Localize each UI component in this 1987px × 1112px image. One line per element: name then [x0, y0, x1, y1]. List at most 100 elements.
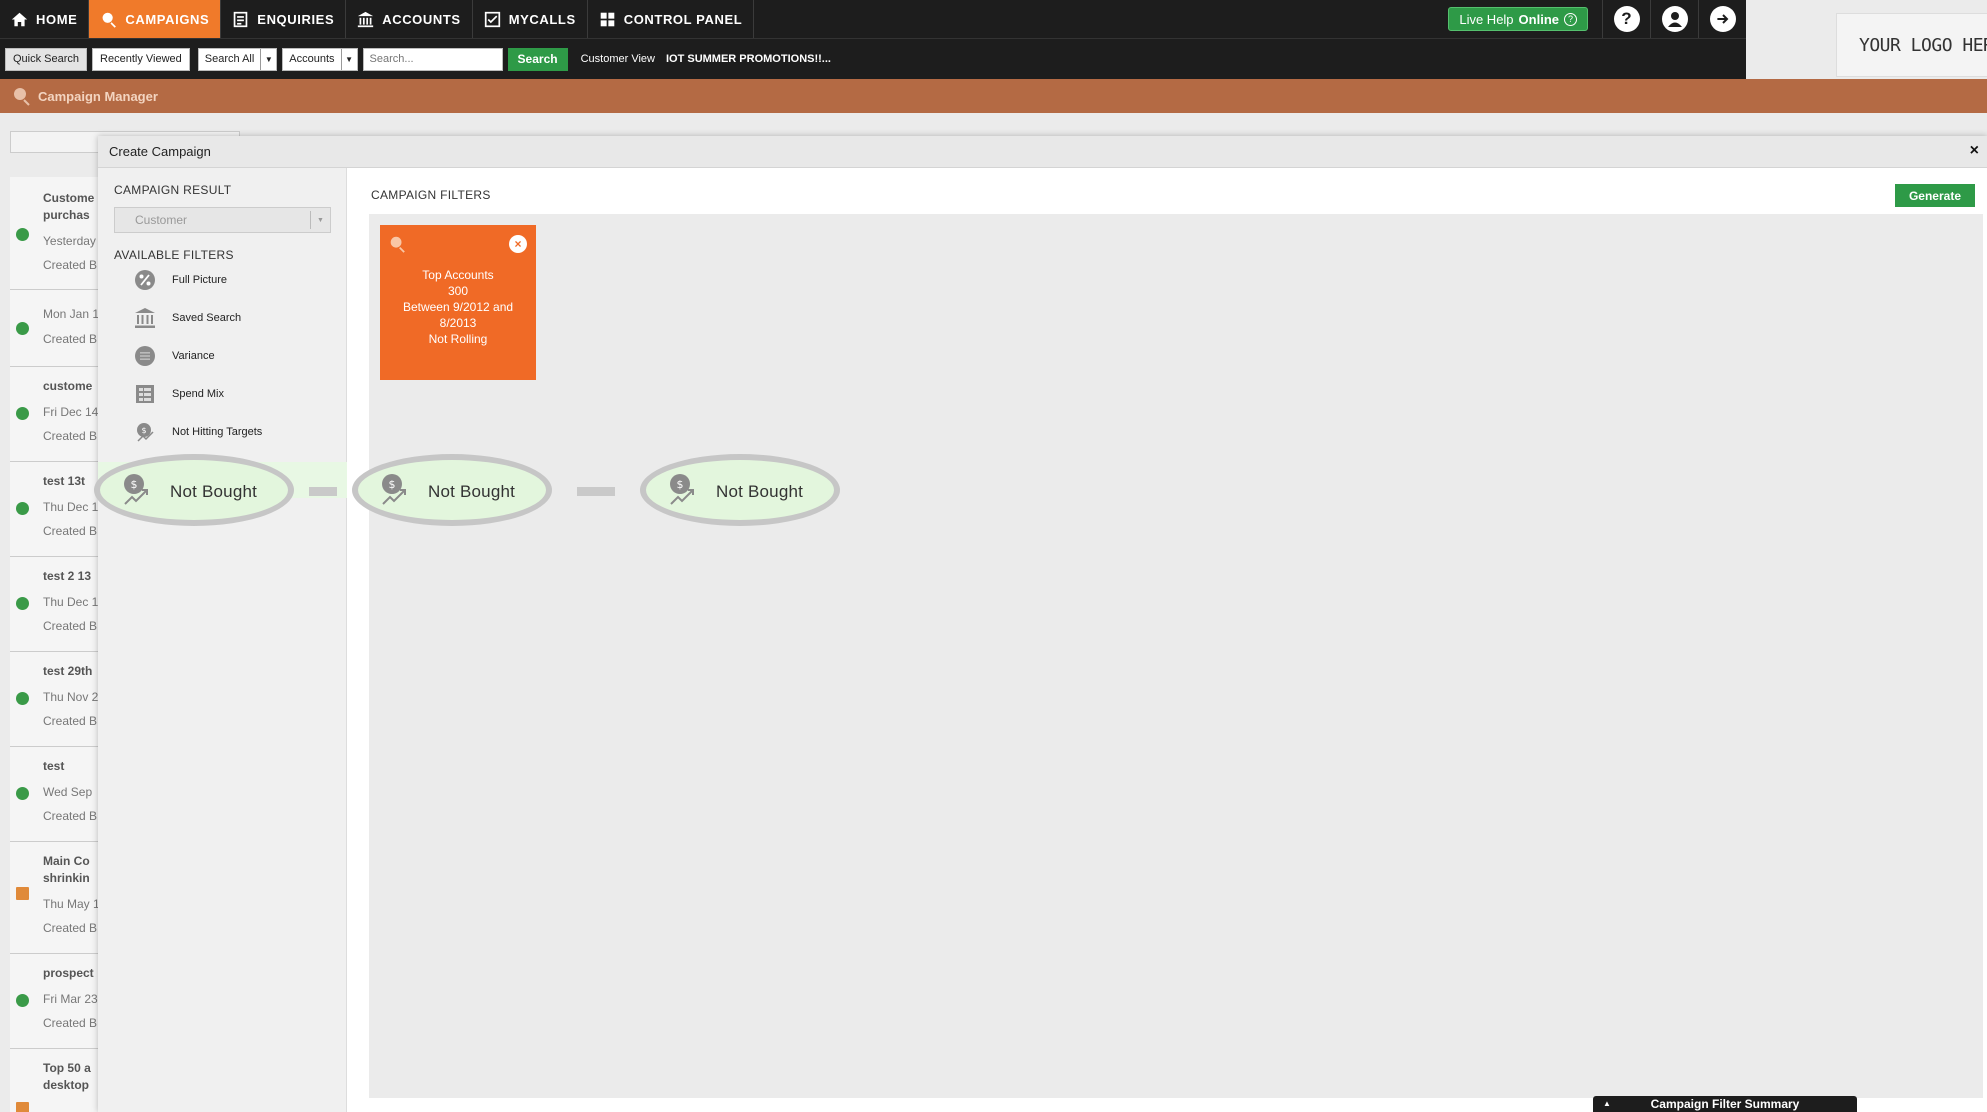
- logout-button[interactable]: [1698, 0, 1746, 38]
- campaign-list-item[interactable]: custome Fri Dec 14 Created B: [10, 367, 99, 462]
- nav-control-panel[interactable]: CONTROL PANEL: [588, 0, 755, 38]
- search-bar: Quick Search Recently Viewed Search All …: [0, 39, 1746, 79]
- campaign-list-title: Top 50 a: [43, 1061, 91, 1075]
- active-filter-card[interactable]: × Top Accounts 300 Between 9/2012 and 8/…: [380, 225, 536, 380]
- filter-variance-label: Variance: [172, 350, 215, 362]
- variance-icon: [135, 346, 155, 366]
- filter-full-picture-label: Full Picture: [172, 274, 228, 286]
- recently-viewed-button[interactable]: Recently Viewed: [92, 47, 190, 71]
- svg-text:$: $: [141, 426, 146, 435]
- campaign-list-date: Fri Dec 14: [43, 405, 99, 419]
- help-button[interactable]: ?: [1602, 0, 1650, 38]
- nav-home[interactable]: HOME: [0, 0, 90, 38]
- logo-text: YOUR LOGO HERE: [1859, 34, 1987, 56]
- not-bought-label: Not Bought: [170, 482, 258, 501]
- status-dot-icon: [16, 228, 29, 241]
- campaign-list-item[interactable]: test 29th Thu Nov 2 Created B: [10, 652, 99, 747]
- campaign-filter-summary-tab[interactable]: ▲ Campaign Filter Summary: [1593, 1096, 1857, 1112]
- not-bought-filter-pill[interactable]: $ Not Bought: [352, 454, 552, 526]
- campaign-list-item[interactable]: test 13t Thu Dec 1 Created B: [10, 462, 99, 557]
- filter-full-picture[interactable]: Full Picture: [134, 267, 227, 293]
- caret-down-icon: ▼: [340, 48, 357, 70]
- profile-button[interactable]: [1650, 0, 1698, 38]
- status-dot-icon: [16, 407, 29, 420]
- campaign-list-created: Created B: [43, 429, 98, 443]
- percent-icon: [135, 270, 155, 290]
- filter-variance[interactable]: Variance: [134, 343, 215, 369]
- close-icon[interactable]: ×: [1970, 142, 1979, 160]
- caret-down-icon: ▼: [310, 211, 330, 229]
- search-all-select[interactable]: Search All ▼: [197, 47, 278, 71]
- status-dot-icon: [16, 322, 29, 335]
- quick-search-button[interactable]: Quick Search: [5, 47, 88, 71]
- nav-mycalls-label: MYCALLS: [508, 11, 576, 27]
- campaign-list-title: prospect: [43, 966, 94, 980]
- campaign-list-title: custome: [43, 379, 93, 393]
- nav-accounts-label: ACCOUNTS: [382, 11, 461, 27]
- filter-spend-mix-label: Spend Mix: [172, 388, 224, 400]
- nav-enquiries[interactable]: ENQUIRIES: [221, 0, 347, 38]
- status-dot-icon: [16, 597, 29, 610]
- filter-canvas[interactable]: × Top Accounts 300 Between 9/2012 and 8/…: [369, 214, 1983, 1098]
- spend-mix-icon: [136, 385, 154, 403]
- status-dot-icon: [16, 787, 29, 800]
- campaign-list-created: Created B: [43, 258, 98, 272]
- search-input[interactable]: [362, 47, 503, 71]
- campaign-list-title-2: desktop: [43, 1078, 90, 1092]
- home-icon: [11, 12, 28, 26]
- modal-title: Create Campaign: [109, 144, 211, 159]
- filter-not-hitting-targets[interactable]: $ Not Hitting Targets: [134, 419, 262, 445]
- help-circle-icon: ?: [1564, 12, 1577, 26]
- company-logo: YOUR LOGO HERE: [1836, 13, 1987, 77]
- campaign-list-title-2: purchas: [43, 208, 90, 222]
- filter-saved-search[interactable]: Saved Search: [134, 305, 241, 331]
- status-square-icon: [16, 1102, 29, 1112]
- nav-campaigns[interactable]: CAMPAIGNS: [89, 0, 222, 38]
- campaign-list-title: test 13t: [43, 474, 86, 488]
- checklist-icon: [484, 11, 500, 27]
- active-filter-line-5: Not Rolling: [428, 332, 488, 346]
- available-filters-label: AVAILABLE FILTERS: [114, 248, 234, 262]
- campaign-list-item[interactable]: Top 50 a desktop: [10, 1049, 99, 1112]
- campaign-filters-label: CAMPAIGN FILTERS: [371, 188, 491, 202]
- campaign-list-item[interactable]: test 2 13 Thu Dec 1 Created B: [10, 557, 99, 652]
- nav-mycalls[interactable]: MYCALLS: [473, 0, 588, 38]
- active-filter-line-4: 8/2013: [439, 316, 477, 330]
- campaign-list-created: Created B: [43, 332, 98, 346]
- customer-view-link[interactable]: Customer View: [581, 53, 655, 65]
- top-nav: HOME CAMPAIGNS ENQUIRIES ACCOUNTS MYCALL…: [0, 0, 1746, 39]
- filter-spend-mix[interactable]: Spend Mix: [134, 381, 224, 407]
- campaign-icon: [390, 236, 405, 253]
- active-filter-text: Top Accounts 300 Between 9/2012 and 8/20…: [380, 267, 536, 347]
- not-bought-icon: $: [382, 474, 406, 505]
- not-bought-filter-pill[interactable]: $ Not Bought: [94, 454, 294, 526]
- generate-button[interactable]: Generate: [1894, 184, 1975, 207]
- campaign-list-created: Created B: [43, 524, 98, 538]
- create-campaign-modal: Create Campaign × CAMPAIGN RESULT Custom…: [94, 136, 1987, 1112]
- caret-down-icon: ▼: [260, 48, 276, 70]
- status-dot-icon: [16, 692, 29, 705]
- question-icon: ?: [1613, 6, 1640, 32]
- campaign-list-item[interactable]: Mon Jan 1 Created B: [10, 290, 99, 367]
- not-bought-label: Not Bought: [428, 482, 516, 501]
- nav-home-label: HOME: [36, 11, 78, 27]
- campaign-list-date: Fri Mar 23: [43, 992, 98, 1006]
- campaign-list-title: test 2 13: [43, 569, 92, 583]
- campaign-list-item[interactable]: prospect Fri Mar 23 Created B: [10, 954, 99, 1049]
- campaign-list-date: Wed Sep: [43, 785, 93, 799]
- campaign-result-select[interactable]: Customer ▼: [114, 207, 331, 233]
- nav-accounts[interactable]: ACCOUNTS: [346, 0, 473, 38]
- campaign-list-item[interactable]: Main Co shrinkin Thu May 1 Created B: [10, 842, 99, 954]
- campaign-list-item[interactable]: Custome purchas Yesterday Created B: [10, 177, 99, 290]
- campaign-list-item[interactable]: test Wed Sep Created B: [10, 747, 99, 842]
- bank-icon: [358, 11, 374, 27]
- remove-filter-icon[interactable]: ×: [509, 235, 527, 253]
- live-help-button[interactable]: Live Help Online ?: [1448, 7, 1588, 31]
- active-filter-line-3: Between 9/2012 and: [402, 300, 514, 314]
- search-button[interactable]: Search: [507, 47, 568, 71]
- accounts-select[interactable]: Accounts ▼: [282, 47, 358, 71]
- not-bought-filter-pill[interactable]: $ Not Bought: [640, 454, 840, 526]
- campaign-result-label: CAMPAIGN RESULT: [114, 183, 232, 197]
- campaign-list-created: Created B: [43, 1016, 98, 1030]
- promo-link[interactable]: IOT SUMMER PROMOTIONS!!...: [666, 53, 831, 65]
